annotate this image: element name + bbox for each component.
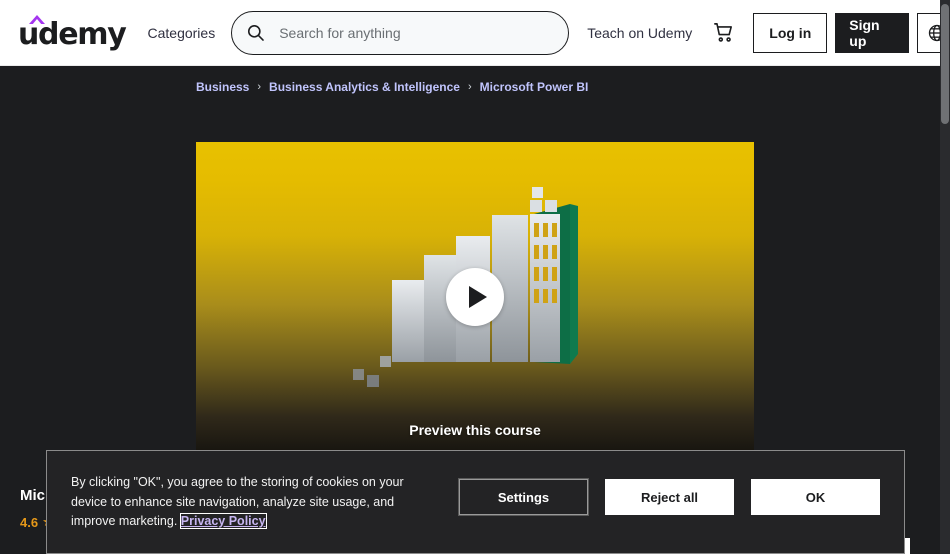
page-scrollbar-track[interactable]: [940, 0, 950, 554]
shopping-cart-icon: [714, 23, 733, 42]
breadcrumb: Business › Business Analytics & Intellig…: [196, 80, 588, 94]
site-header: udemy Categories Teach on Udemy Log in S…: [0, 0, 950, 66]
breadcrumb-item-business[interactable]: Business: [196, 80, 249, 94]
preview-this-course-label: Preview this course: [409, 422, 541, 438]
rating-value: 4.6: [20, 514, 39, 530]
graduation-cap-icon-inner: [32, 18, 42, 25]
signup-button[interactable]: Sign up: [835, 12, 910, 53]
page-root: udemy Categories Teach on Udemy Log in S…: [0, 0, 950, 554]
search-icon: [248, 24, 265, 41]
course-preview-player[interactable]: Preview this course: [196, 142, 754, 454]
breadcrumb-separator: ›: [257, 81, 262, 93]
page-scrollbar-thumb[interactable]: [941, 4, 949, 124]
play-icon: [468, 286, 487, 308]
breadcrumb-item-business-analytics[interactable]: Business Analytics & Intelligence: [269, 80, 460, 94]
search-bar[interactable]: [231, 10, 570, 55]
teach-on-udemy-link[interactable]: Teach on Udemy: [587, 25, 692, 41]
search-input[interactable]: [277, 23, 555, 42]
categories-menu[interactable]: Categories: [148, 25, 216, 41]
breadcrumb-separator: ›: [467, 81, 472, 93]
breadcrumb-item-power-bi[interactable]: Microsoft Power BI: [480, 80, 589, 94]
play-button[interactable]: [446, 268, 504, 326]
cookie-consent-banner: By clicking "OK", you agree to the stori…: [46, 450, 905, 554]
cookie-banner-text: By clicking "OK", you agree to the stori…: [71, 473, 441, 532]
shopping-cart-button[interactable]: [712, 21, 735, 44]
cookie-banner-actions: Settings Reject all OK: [458, 478, 880, 516]
login-button[interactable]: Log in: [753, 12, 828, 53]
udemy-logo[interactable]: udemy: [18, 13, 127, 53]
cookie-ok-button[interactable]: OK: [751, 479, 880, 515]
privacy-policy-link[interactable]: Privacy Policy: [179, 513, 267, 529]
cookie-settings-button[interactable]: Settings: [458, 478, 589, 516]
cookie-reject-all-button[interactable]: Reject all: [605, 479, 734, 515]
